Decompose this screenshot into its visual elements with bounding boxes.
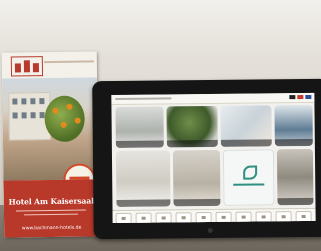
photo-dining-icon[interactable]: [115, 106, 164, 148]
flag-icon[interactable]: [289, 95, 296, 100]
tablet-camera-icon: [207, 227, 213, 234]
nav-button[interactable]: [155, 212, 172, 224]
background-wall: [0, 0, 321, 60]
nav-button[interactable]: [195, 211, 212, 224]
bachmann-logo-icon[interactable]: [222, 149, 275, 206]
screen-bottom-nav: [112, 207, 316, 224]
photo-people-icon[interactable]: [220, 105, 272, 147]
screen-top-bar: [111, 92, 315, 106]
nav-button[interactable]: [255, 211, 272, 223]
photo-plant-icon[interactable]: [166, 105, 218, 148]
photo-computer-icon[interactable]: [274, 104, 313, 147]
nav-button[interactable]: [175, 212, 192, 224]
nav-button[interactable]: [135, 212, 152, 224]
photo-scene: Hotel Am Kaisersaal www.bachmann-hotels.…: [0, 0, 321, 251]
screen-header-mark: [115, 97, 172, 100]
nav-button[interactable]: [215, 211, 232, 223]
tablet-screen: [111, 92, 316, 224]
nav-button[interactable]: [115, 212, 132, 224]
tablet-device: [92, 78, 321, 240]
brochure-tagline-mark: [43, 60, 94, 64]
nav-button[interactable]: [275, 211, 292, 223]
photo-room-icon[interactable]: [276, 148, 314, 206]
hotel-brochure: Hotel Am Kaisersaal www.bachmann-hotels.…: [1, 51, 100, 238]
brochure-photo: [2, 77, 99, 196]
nav-button[interactable]: [235, 211, 252, 223]
flag-icon[interactable]: [305, 94, 312, 100]
hotel-logo-icon: [10, 56, 44, 77]
flag-icon[interactable]: [297, 95, 304, 100]
brochure-title: Hotel Am Kaisersaal: [8, 196, 94, 207]
photo-restaurant-icon[interactable]: [115, 150, 171, 207]
photo-lobby-icon[interactable]: [172, 149, 221, 207]
nav-button[interactable]: [295, 210, 312, 223]
